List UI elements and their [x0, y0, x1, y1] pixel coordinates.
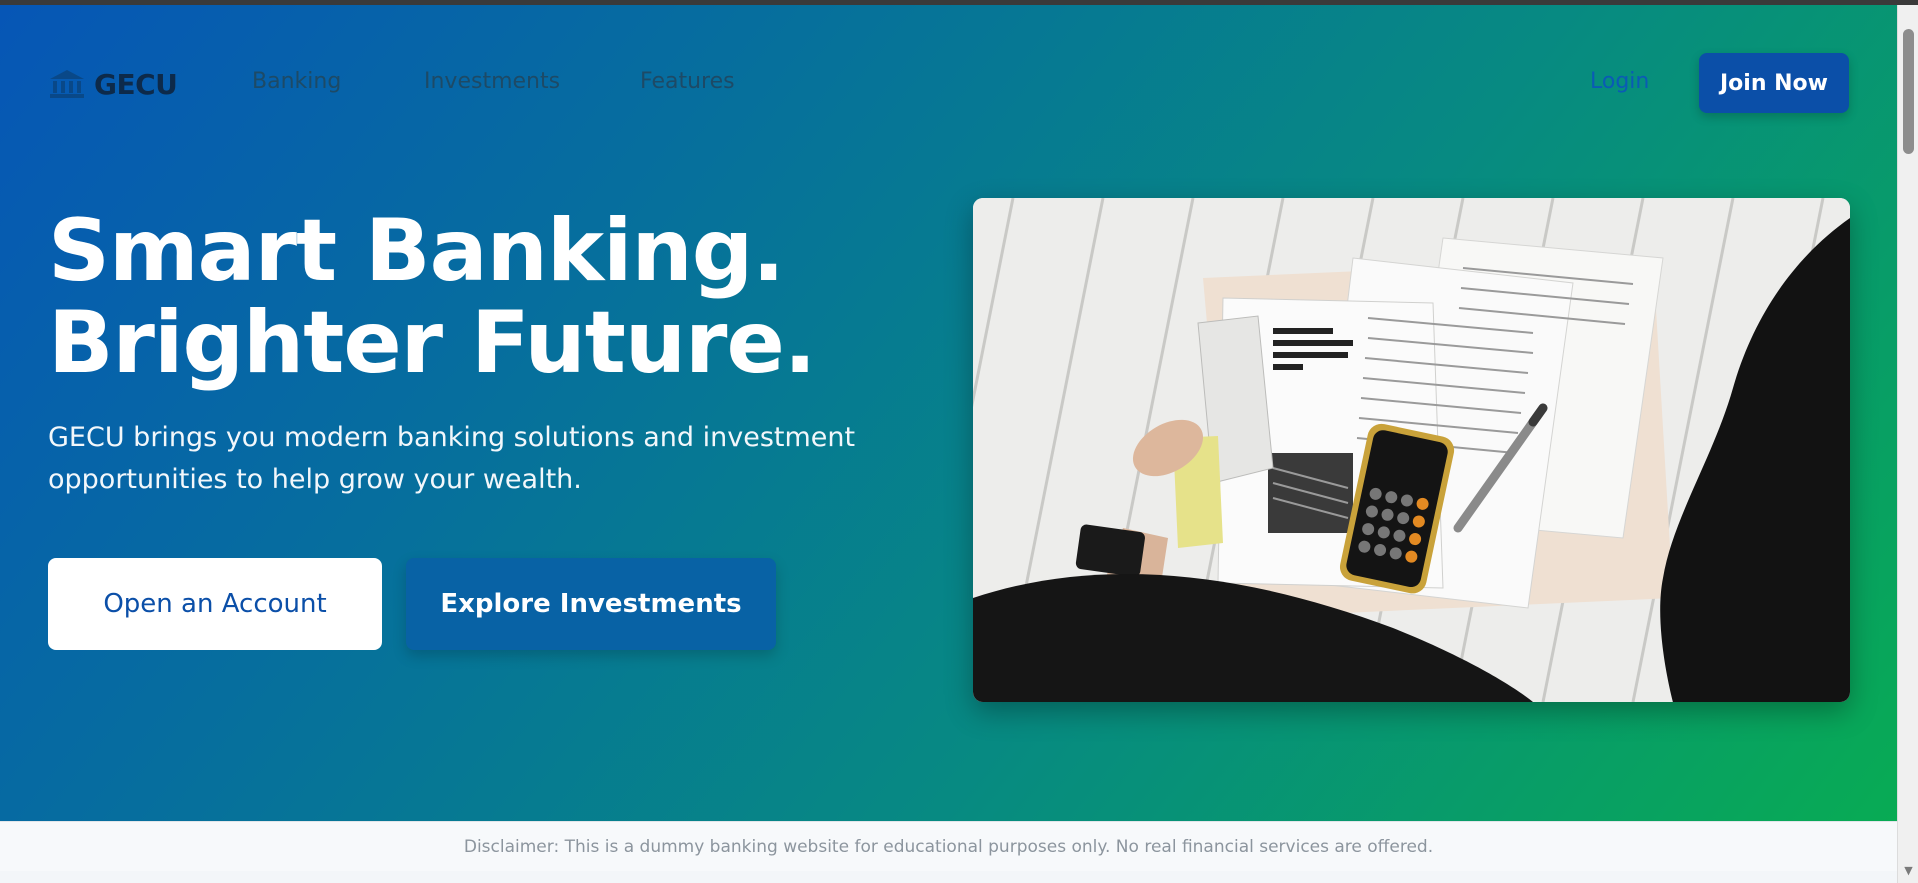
open-account-button[interactable]: Open an Account	[48, 558, 382, 650]
brand-logo[interactable]: GECU	[48, 63, 178, 105]
headline-line-1: Smart Banking.	[48, 201, 785, 301]
nav-link-investments[interactable]: Investments	[424, 69, 560, 94]
hero-photo	[973, 198, 1850, 702]
vertical-scrollbar[interactable]: ▲ ▼	[1897, 5, 1918, 883]
nav-link-features[interactable]: Features	[640, 69, 735, 94]
headline-line-2: Brighter Future.	[48, 293, 816, 393]
scroll-thumb[interactable]	[1903, 29, 1914, 154]
explore-investments-button[interactable]: Explore Investments	[406, 558, 776, 650]
disclaimer-text: Disclaimer: This is a dummy banking webs…	[463, 836, 1434, 857]
nav-link-banking[interactable]: Banking	[252, 69, 341, 94]
bank-logo-icon	[48, 68, 86, 100]
scroll-down-arrow-icon[interactable]: ▼	[1902, 863, 1915, 879]
join-now-button[interactable]: Join Now	[1699, 53, 1849, 113]
hero-subtext: GECU brings you modern banking solutions…	[48, 422, 856, 495]
browser-viewport: GECU Banking Investments Features Login …	[0, 5, 1897, 883]
disclaimer-bar: Disclaimer: This is a dummy banking webs…	[0, 821, 1897, 871]
login-link[interactable]: Login	[1590, 69, 1649, 94]
brand-name: GECU	[94, 67, 178, 101]
hero-headline: Smart Banking. Brighter Future.	[48, 205, 948, 389]
hero-section: GECU Banking Investments Features Login …	[0, 5, 1897, 821]
